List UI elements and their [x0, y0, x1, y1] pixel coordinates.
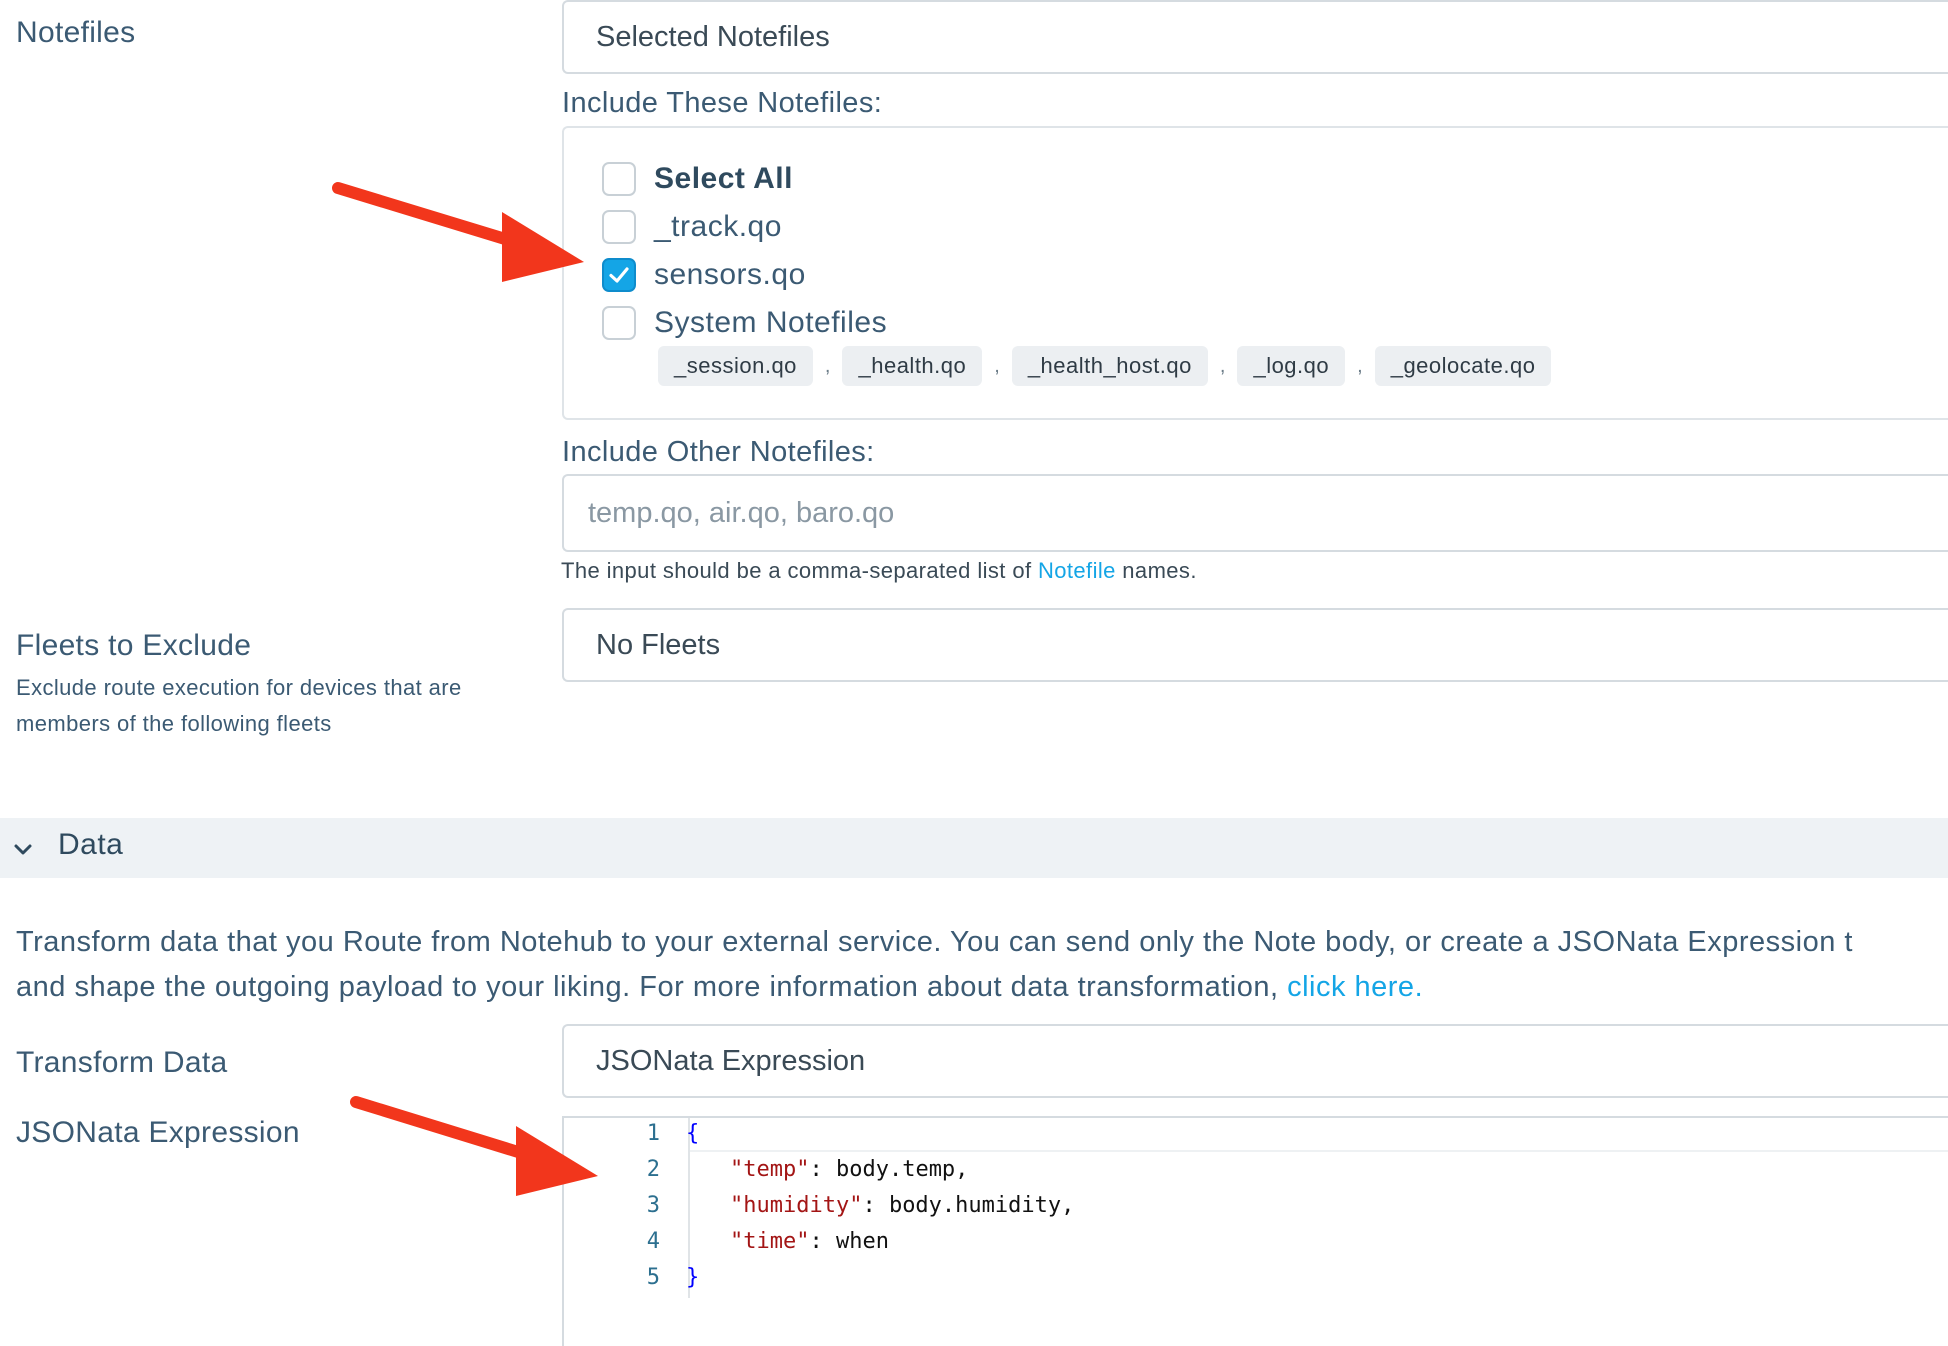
code-value: : body.humidity,	[862, 1193, 1075, 1218]
notefiles-select[interactable]: Selected Notefiles	[562, 0, 1948, 74]
code-key: "time"	[730, 1229, 810, 1254]
other-notefiles-input[interactable]	[562, 474, 1948, 552]
code-line-3: "humidity": body.humidity,	[730, 1193, 1074, 1218]
fleets-select[interactable]: No Fleets	[562, 608, 1948, 682]
track-qo-checkbox-row[interactable]: _track.qo	[602, 210, 782, 244]
notefiles-label: Notefiles	[16, 16, 136, 49]
data-section-header[interactable]	[0, 818, 1948, 878]
code-open-brace: {	[686, 1121, 700, 1146]
sensors-qo-checkbox-row[interactable]: sensors.qo	[602, 258, 806, 292]
sensors-qo-label: sensors.qo	[654, 258, 806, 291]
line-number: 3	[646, 1193, 660, 1218]
chip-log: _log.qo	[1237, 346, 1346, 386]
chip-separator: ,	[1357, 354, 1363, 377]
code-line-1: {	[686, 1121, 699, 1146]
code-value: : body.temp,	[809, 1157, 969, 1182]
system-notefiles-checkbox-row[interactable]: System Notefiles	[602, 306, 887, 340]
transform-data-select-value: JSONata Expression	[596, 1044, 866, 1077]
check-icon	[609, 267, 629, 283]
sensors-qo-checkbox[interactable]	[602, 258, 636, 292]
include-notefiles-label: Include These Notefiles:	[562, 87, 883, 119]
fleets-description: Exclude route execution for devices that…	[16, 675, 462, 736]
system-notefiles-label: System Notefiles	[654, 306, 888, 339]
code-line-2: "temp": body.temp,	[730, 1157, 968, 1182]
include-other-notefiles-label: Include Other Notefiles:	[562, 436, 875, 468]
editor-current-line-highlight	[690, 1150, 1948, 1152]
chip-health-host: _health_host.qo	[1011, 346, 1208, 386]
select-all-checkbox[interactable]	[602, 162, 636, 196]
code-line-5: }	[686, 1265, 699, 1290]
data-section-title: Data	[58, 828, 124, 861]
line-number: 4	[646, 1229, 660, 1254]
help-text-suffix: names.	[1115, 558, 1197, 583]
select-all-label: Select All	[654, 162, 793, 195]
track-qo-label: _track.qo	[654, 210, 782, 243]
code-key: "temp"	[730, 1157, 810, 1182]
line-number: 1	[646, 1121, 660, 1146]
chip-geolocate: _geolocate.qo	[1374, 346, 1552, 386]
line-number: 2	[646, 1157, 660, 1182]
notefiles-select-value: Selected Notefiles	[596, 20, 830, 53]
chip-separator: ,	[994, 354, 1000, 377]
chip-separator: ,	[1219, 354, 1226, 377]
system-notefiles-checkbox[interactable]	[602, 306, 636, 340]
other-notefiles-help: The input should be a comma-separated li…	[561, 558, 1197, 584]
data-description-line-2-text: and shape the outgoing payload to your l…	[16, 971, 1288, 1003]
select-all-checkbox-row[interactable]: Select All	[602, 162, 793, 196]
transform-data-select[interactable]: JSONata Expression	[562, 1024, 1948, 1098]
system-notefile-chips: _session.qo , _health.qo , _health_host.…	[658, 346, 1552, 386]
code-line-4: "time": when	[730, 1229, 889, 1254]
fleets-label: Fleets to Exclude	[16, 629, 252, 662]
chevron-down-icon[interactable]	[12, 838, 34, 860]
line-number: 5	[646, 1265, 660, 1290]
data-description-line-2: and shape the outgoing payload to your l…	[16, 965, 1853, 1010]
help-text-prefix: The input should be a comma-separated li…	[561, 558, 1038, 583]
chip-session: _session.qo	[658, 346, 813, 386]
arrow-annotation	[332, 182, 584, 282]
transform-data-label: Transform Data	[16, 1046, 228, 1079]
jsonata-expression-label: JSONata Expression	[16, 1116, 300, 1149]
track-qo-checkbox[interactable]	[602, 210, 636, 244]
chip-separator: ,	[824, 354, 831, 377]
data-description-line-1: Transform data that you Route from Noteh…	[16, 926, 1853, 958]
click-here-link[interactable]: click here.	[1287, 971, 1423, 1003]
fleets-select-value: No Fleets	[596, 628, 721, 661]
code-value: : when	[809, 1229, 889, 1254]
code-close-brace: }	[686, 1265, 700, 1290]
chip-health: _health.qo	[842, 346, 983, 386]
notefile-link[interactable]: Notefile	[1038, 558, 1116, 583]
code-key: "humidity"	[730, 1193, 863, 1218]
data-description: Transform data that you Route from Noteh…	[16, 920, 1853, 1010]
